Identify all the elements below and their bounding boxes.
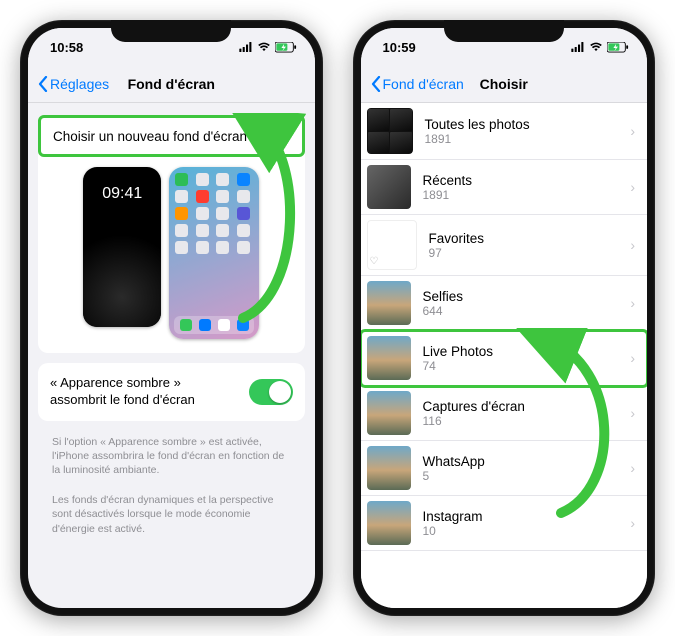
album-thumbnail xyxy=(367,165,411,209)
album-row[interactable]: Toutes les photos1891 › xyxy=(361,103,648,160)
album-count: 1891 xyxy=(425,132,619,146)
album-list: Toutes les photos1891›Récents1891›Favori… xyxy=(361,103,648,551)
album-row[interactable]: Live Photos74 › xyxy=(361,331,648,386)
chevron-right-icon: › xyxy=(630,179,635,195)
album-row[interactable]: WhatsApp5 › xyxy=(361,441,648,496)
chevron-left-icon xyxy=(38,76,48,92)
wifi-icon xyxy=(589,42,603,52)
album-title: WhatsApp xyxy=(423,454,619,469)
chevron-right-icon: › xyxy=(630,405,635,421)
signal-icon xyxy=(239,42,253,52)
dark-appearance-row: « Apparence sombre » assombrit le fond d… xyxy=(38,363,305,421)
chevron-right-icon: › xyxy=(630,295,635,311)
notch xyxy=(111,20,231,42)
album-count: 644 xyxy=(423,304,619,318)
phone-left: 10:58 Réglages Fond d'écran Choisir un n… xyxy=(20,20,323,616)
back-button[interactable]: Fond d'écran xyxy=(371,76,464,92)
phone-right: 10:59 Fond d'écran Choisir Toutes les ph… xyxy=(353,20,656,616)
chevron-right-icon: › xyxy=(630,237,635,253)
album-title: Favorites xyxy=(429,231,619,246)
album-title: Selfies xyxy=(423,289,619,304)
album-count: 97 xyxy=(429,246,619,260)
lockscreen-preview[interactable]: 09:41 xyxy=(83,167,161,327)
album-count: 74 xyxy=(423,359,619,373)
album-row[interactable]: Instagram10 › xyxy=(361,496,648,551)
back-button[interactable]: Réglages xyxy=(38,76,109,92)
album-row[interactable]: Selfies644 › xyxy=(361,276,648,331)
album-title: Live Photos xyxy=(423,344,619,359)
nav-bar: Fond d'écran Choisir xyxy=(361,66,648,103)
status-icons xyxy=(571,42,629,53)
battery-icon xyxy=(607,42,629,53)
album-row[interactable]: Récents1891 › xyxy=(361,160,648,215)
chevron-right-icon: › xyxy=(285,128,290,144)
footer-note-2: Les fonds d'écran dynamiques et la persp… xyxy=(38,489,305,548)
battery-icon xyxy=(275,42,297,53)
back-label: Réglages xyxy=(50,76,109,92)
homescreen-preview[interactable] xyxy=(169,167,259,339)
album-thumbnail xyxy=(367,108,413,154)
wifi-icon xyxy=(257,42,271,52)
back-label: Fond d'écran xyxy=(383,76,464,92)
album-title: Captures d'écran xyxy=(423,399,619,414)
album-thumbnail xyxy=(367,391,411,435)
choose-new-wallpaper-row[interactable]: Choisir un nouveau fond d'écran › xyxy=(38,115,305,157)
album-row[interactable]: Favorites97 › xyxy=(361,215,648,276)
chevron-right-icon: › xyxy=(630,350,635,366)
album-thumbnail xyxy=(367,281,411,325)
chevron-right-icon: › xyxy=(630,123,635,139)
album-title: Récents xyxy=(423,173,619,188)
footer-note-1: Si l'option « Apparence sombre » est act… xyxy=(38,431,305,490)
signal-icon xyxy=(571,42,585,52)
nav-bar: Réglages Fond d'écran xyxy=(28,66,315,103)
album-thumbnail xyxy=(367,501,411,545)
status-time: 10:59 xyxy=(383,40,416,55)
album-thumbnail xyxy=(367,446,411,490)
lock-clock: 09:41 xyxy=(83,167,161,203)
dark-appearance-label: « Apparence sombre » assombrit le fond d… xyxy=(50,375,240,409)
album-count: 1891 xyxy=(423,188,619,202)
album-thumbnail xyxy=(367,220,417,270)
album-count: 5 xyxy=(423,469,619,483)
album-row[interactable]: Captures d'écran116 › xyxy=(361,386,648,441)
album-thumbnail xyxy=(367,336,411,380)
status-time: 10:58 xyxy=(50,40,83,55)
dark-appearance-switch[interactable] xyxy=(249,379,293,405)
album-title: Instagram xyxy=(423,509,619,524)
chevron-right-icon: › xyxy=(630,460,635,476)
album-title: Toutes les photos xyxy=(425,117,619,132)
album-count: 116 xyxy=(423,414,619,428)
wallpaper-previews: 09:41 xyxy=(38,157,305,353)
chevron-right-icon: › xyxy=(630,515,635,531)
chevron-left-icon xyxy=(371,76,381,92)
notch xyxy=(444,20,564,42)
status-icons xyxy=(239,42,297,53)
choose-new-label: Choisir un nouveau fond d'écran xyxy=(53,129,247,144)
album-count: 10 xyxy=(423,524,619,538)
